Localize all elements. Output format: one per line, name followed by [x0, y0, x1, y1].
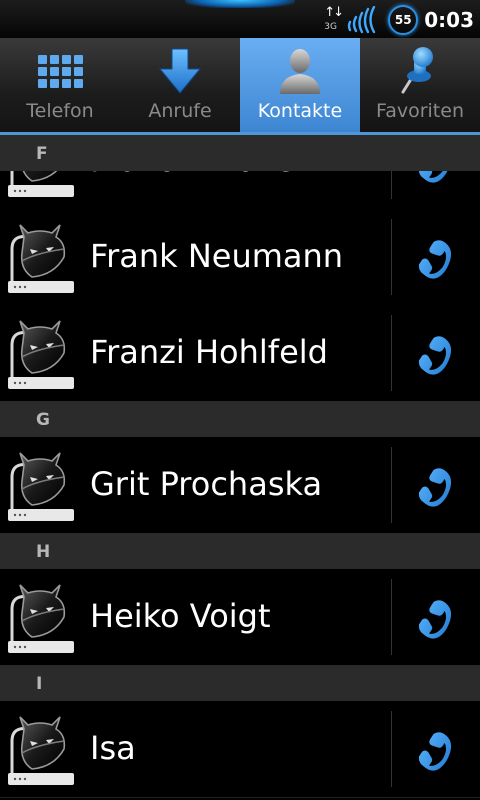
status-bar: ↑↓ 3G 55 0:03: [0, 0, 480, 38]
call-icon[interactable]: [410, 725, 460, 775]
section-header-g: G: [0, 401, 480, 437]
tab-label: Kontakte: [257, 100, 343, 122]
call-icon[interactable]: [410, 329, 460, 379]
contact-avatar: [6, 219, 76, 295]
tab-label: Telefon: [26, 100, 94, 122]
tab-bar: Telefon Anrufe Kontakte Favoriten: [0, 38, 480, 135]
row-divider: [391, 579, 392, 655]
call-log-arrow-icon: [156, 46, 204, 96]
dialpad-grid-icon: [36, 46, 84, 96]
status-indicators: ↑↓ 3G 55 0:03: [322, 4, 474, 36]
tab-label: Favoriten: [376, 100, 464, 122]
favorites-pin-icon: [396, 46, 444, 96]
signal-strength-icon: [348, 6, 376, 34]
row-divider: [391, 315, 392, 391]
tab-telefon[interactable]: Telefon: [0, 38, 120, 132]
row-divider: [391, 711, 392, 787]
contact-row[interactable]: Franzi Hohlfeld: [0, 305, 480, 402]
contact-name: Grit Prochaska: [90, 465, 323, 503]
row-divider: [391, 219, 392, 295]
section-letter: F: [36, 144, 48, 164]
tab-label: Anrufe: [148, 100, 212, 122]
contact-avatar: [6, 711, 76, 787]
contact-row[interactable]: Isa: [0, 701, 480, 798]
section-header-h: H: [0, 533, 480, 569]
contact-avatar: [6, 579, 76, 655]
contact-name: Franzi Hohlfeld: [90, 333, 328, 371]
contact-avatar: [6, 447, 76, 523]
section-letter: I: [36, 674, 43, 694]
network-type: 3G: [324, 22, 337, 32]
battery-indicator: 55: [388, 5, 419, 35]
battery-level: 55: [394, 13, 412, 27]
section-header-f-overlay: F: [0, 135, 480, 171]
call-icon[interactable]: [410, 233, 460, 283]
status-glow: [185, 0, 295, 8]
contact-avatar: [6, 315, 76, 391]
call-icon[interactable]: [410, 461, 460, 511]
section-letter: H: [36, 542, 51, 562]
contact-row[interactable]: Grit Prochaska: [0, 437, 480, 534]
clock: 0:03: [424, 8, 474, 32]
tab-kontakte[interactable]: Kontakte: [240, 38, 360, 132]
tab-anrufe[interactable]: Anrufe: [120, 38, 240, 132]
contact-row[interactable]: Heiko Voigt: [0, 569, 480, 666]
section-header-i: I: [0, 665, 480, 701]
tab-favoriten[interactable]: Favoriten: [360, 38, 480, 132]
contact-list[interactable]: F Florian Müller F Frank Neumann Franzi …: [0, 135, 480, 800]
contact-name: Isa: [90, 729, 136, 767]
section-letter: G: [36, 410, 50, 430]
contact-name: Heiko Voigt: [90, 597, 271, 635]
data-transfer-icon: ↑↓ 3G: [324, 5, 344, 33]
contact-name: Frank Neumann: [90, 237, 344, 275]
call-icon[interactable]: [410, 593, 460, 643]
row-divider: [391, 447, 392, 523]
contacts-person-icon: [276, 46, 324, 96]
contact-row[interactable]: Frank Neumann: [0, 209, 480, 306]
